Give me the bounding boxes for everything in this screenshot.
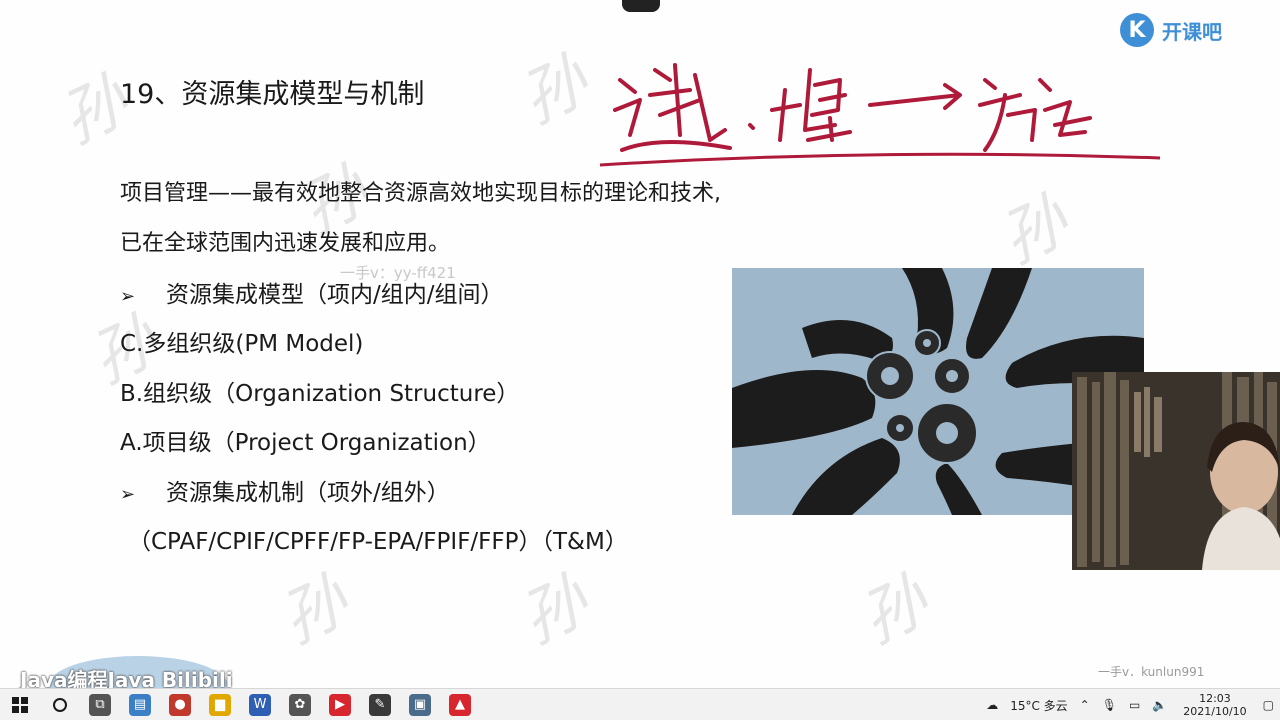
recorder-icon[interactable]: ▲ — [440, 689, 480, 720]
microphone-icon[interactable]: 🎙 — [1096, 698, 1123, 712]
bullet-item: A.项目级（Project Organization） — [120, 430, 491, 456]
watermark-glyph: 孙 — [849, 564, 940, 659]
taskbar: ⧉ ▤ ● ▆ W ✿ ▶ ✎ ▣ ▲ ☁ 15°C 多云 ⌃ 🎙 ▭ 🔈 12:03 2021/… — [0, 688, 1280, 720]
weather-icon[interactable]: ☁ — [980, 698, 1004, 712]
intro-line-2: 已在全球范围内迅速发展和应用。 — [120, 231, 451, 256]
screen-share-handle[interactable] — [622, 0, 660, 12]
bullet-item: B.组织级（Organization Structure） — [120, 381, 520, 407]
wps-icon[interactable]: W — [240, 689, 280, 720]
brand-logo-icon: K — [1120, 13, 1154, 47]
bullet-item: ➢ 资源集成模型（项内/组内/组间） — [120, 282, 504, 308]
arrow-bullet-icon: ➢ — [120, 286, 136, 307]
task-view-icon[interactable]: ⧉ — [80, 689, 120, 720]
brand-logo: K 开课吧 — [1120, 10, 1270, 50]
watermark-glyph: 孙 — [509, 564, 600, 659]
volume-icon[interactable]: 🔈 — [1146, 698, 1173, 712]
watermark-glyph: 孙 — [989, 184, 1080, 279]
record-icon[interactable]: ▶ — [320, 689, 360, 720]
bullet-item: ➢ 资源集成机制（项外/组外） — [120, 480, 450, 506]
watermark-glyph: 孙 — [269, 564, 360, 659]
bullet-item: （CPAF/CPIF/CPFF/FP-EPA/FPIF/FFP）（T&M） — [128, 529, 628, 555]
system-tray: ☁ 15°C 多云 ⌃ 🎙 ▭ 🔈 12:03 2021/10/10 ▢ — [980, 689, 1280, 720]
notification-icon[interactable]: ▢ — [1257, 698, 1280, 712]
notepad-icon[interactable]: ✎ — [360, 689, 400, 720]
clock[interactable]: 12:03 2021/10/10 — [1173, 692, 1256, 718]
webcam-watermark: 一手v．kunlun991 — [1098, 665, 1205, 679]
chevron-up-icon[interactable]: ⌃ — [1074, 698, 1096, 712]
watermark-glyph: 孙 — [509, 44, 600, 139]
windows-icon[interactable] — [0, 689, 40, 720]
file-explorer-icon[interactable]: ▤ — [120, 689, 160, 720]
webcam-feed — [1072, 372, 1280, 570]
slide-canvas: 孙 孙 孙 孙 孙 孙 孙 孙 19、资源集成模型与机制 项目管理——最有效地整… — [0, 0, 1280, 688]
brand-logo-text: 开课吧 — [1162, 19, 1222, 44]
intro-line-1: 项目管理——最有效地整合资源高效地实现目标的理论和技术, — [120, 181, 721, 206]
handwritten-annotation — [600, 63, 1161, 167]
media-player-icon[interactable]: ● — [160, 689, 200, 720]
search-icon[interactable] — [40, 689, 80, 720]
slide-title: 19、资源集成模型与机制 — [120, 79, 425, 110]
clock-date: 2021/10/10 — [1183, 705, 1247, 718]
screen-icon[interactable]: ▣ — [400, 689, 440, 720]
arrow-bullet-icon: ➢ — [120, 484, 136, 505]
channel-badge-text: Java编程Java Bilibili — [20, 668, 233, 688]
video-icon[interactable]: ✿ — [280, 689, 320, 720]
bullet-item: C.多组织级(PM Model) — [120, 331, 364, 357]
weather-text[interactable]: 15°C 多云 — [1004, 697, 1073, 714]
file-manager-icon[interactable]: ▆ — [200, 689, 240, 720]
clock-time: 12:03 — [1199, 692, 1231, 705]
network-icon[interactable]: ▭ — [1123, 698, 1146, 712]
